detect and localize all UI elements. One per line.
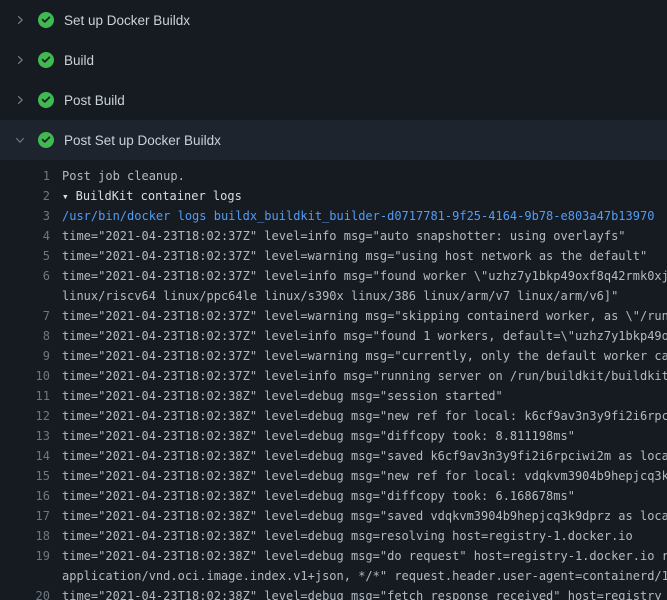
line-text: time="2021-04-23T18:02:37Z" level=info m… xyxy=(50,326,667,346)
line-number[interactable] xyxy=(0,566,50,586)
chevron-right-icon xyxy=(12,92,28,108)
line-text: Post job cleanup. xyxy=(50,166,185,186)
line-number[interactable]: 16 xyxy=(0,486,50,506)
line-text: time="2021-04-23T18:02:37Z" level=warnin… xyxy=(50,346,667,366)
check-circle-icon xyxy=(38,132,54,148)
triangle-down-icon: ▾ xyxy=(62,187,69,206)
log-line: 10 time="2021-04-23T18:02:37Z" level=inf… xyxy=(0,366,667,386)
line-number[interactable]: 11 xyxy=(0,386,50,406)
log-line: 18 time="2021-04-23T18:02:38Z" level=deb… xyxy=(0,526,667,546)
step-title: Set up Docker Buildx xyxy=(64,13,190,28)
line-text: time="2021-04-23T18:02:38Z" level=debug … xyxy=(50,426,575,446)
log-line: 1 Post job cleanup. xyxy=(0,166,667,186)
line-number[interactable]: 10 xyxy=(0,366,50,386)
line-text: time="2021-04-23T18:02:38Z" level=debug … xyxy=(50,486,575,506)
log-line: 9 time="2021-04-23T18:02:37Z" level=warn… xyxy=(0,346,667,366)
check-circle-icon xyxy=(38,52,54,68)
chevron-right-icon xyxy=(12,12,28,28)
line-number[interactable]: 2 xyxy=(0,186,50,206)
line-text: time="2021-04-23T18:02:38Z" level=debug … xyxy=(50,466,667,486)
line-text: time="2021-04-23T18:02:37Z" level=info m… xyxy=(50,226,626,246)
line-number[interactable]: 8 xyxy=(0,326,50,346)
line-number[interactable]: 6 xyxy=(0,266,50,286)
line-text: time="2021-04-23T18:02:38Z" level=debug … xyxy=(50,546,667,566)
log-line: 8 time="2021-04-23T18:02:37Z" level=info… xyxy=(0,326,667,346)
log-line: 6 time="2021-04-23T18:02:37Z" level=info… xyxy=(0,266,667,286)
log-line: 3 /usr/bin/docker logs buildx_buildkit_b… xyxy=(0,206,667,226)
step-section[interactable]: Post Build xyxy=(0,80,667,120)
line-number[interactable]: 7 xyxy=(0,306,50,326)
line-number[interactable]: 5 xyxy=(0,246,50,266)
log-line: 15 time="2021-04-23T18:02:38Z" level=deb… xyxy=(0,466,667,486)
line-text: time="2021-04-23T18:02:37Z" level=warnin… xyxy=(50,246,647,266)
chevron-right-icon xyxy=(12,52,28,68)
log-line: 16 time="2021-04-23T18:02:38Z" level=deb… xyxy=(0,486,667,506)
line-text: time="2021-04-23T18:02:37Z" level=info m… xyxy=(50,266,667,286)
step-section[interactable]: Post Set up Docker Buildx xyxy=(0,120,667,160)
log-line: 11 time="2021-04-23T18:02:38Z" level=deb… xyxy=(0,386,667,406)
log-line: 7 time="2021-04-23T18:02:37Z" level=warn… xyxy=(0,306,667,326)
step-title: Post Build xyxy=(64,93,125,108)
line-number[interactable]: 20 xyxy=(0,586,50,600)
line-text: /usr/bin/docker logs buildx_buildkit_bui… xyxy=(50,206,654,226)
line-number[interactable]: 14 xyxy=(0,446,50,466)
steps-list: Set up Docker Buildx Build P xyxy=(0,0,667,160)
check-circle-icon xyxy=(38,12,54,28)
line-number[interactable]: 19 xyxy=(0,546,50,566)
log-line: 20 time="2021-04-23T18:02:38Z" level=deb… xyxy=(0,586,667,600)
log-line: 5 time="2021-04-23T18:02:37Z" level=warn… xyxy=(0,246,667,266)
line-number[interactable] xyxy=(0,286,50,306)
line-number[interactable]: 13 xyxy=(0,426,50,446)
line-text: application/vnd.oci.image.index.v1+json,… xyxy=(50,566,667,586)
step-title: Post Set up Docker Buildx xyxy=(64,133,221,148)
line-text: time="2021-04-23T18:02:38Z" level=debug … xyxy=(50,406,667,426)
line-number[interactable]: 12 xyxy=(0,406,50,426)
log-line: 19 time="2021-04-23T18:02:38Z" level=deb… xyxy=(0,546,667,566)
line-text: time="2021-04-23T18:02:38Z" level=debug … xyxy=(50,386,503,406)
line-number[interactable]: 4 xyxy=(0,226,50,246)
line-text: time="2021-04-23T18:02:38Z" level=debug … xyxy=(50,446,667,466)
line-text: time="2021-04-23T18:02:38Z" level=debug … xyxy=(50,526,633,546)
actions-log-viewer: Set up Docker Buildx Build P xyxy=(0,0,667,600)
step-section[interactable]: Set up Docker Buildx xyxy=(0,0,667,40)
line-number[interactable]: 18 xyxy=(0,526,50,546)
step-section[interactable]: Build xyxy=(0,40,667,80)
line-number[interactable]: 15 xyxy=(0,466,50,486)
log-line: linux/riscv64 linux/ppc64le linux/s390x … xyxy=(0,286,667,306)
line-text: ▾BuildKit container logs xyxy=(50,186,242,206)
chevron-down-icon xyxy=(12,132,28,148)
log-area: 1 Post job cleanup. 2 ▾BuildKit containe… xyxy=(0,160,667,600)
log-line: 14 time="2021-04-23T18:02:38Z" level=deb… xyxy=(0,446,667,466)
log-line: 4 time="2021-04-23T18:02:37Z" level=info… xyxy=(0,226,667,246)
log-line[interactable]: 2 ▾BuildKit container logs xyxy=(0,186,667,206)
line-number[interactable]: 3 xyxy=(0,206,50,226)
log-line: application/vnd.oci.image.index.v1+json,… xyxy=(0,566,667,586)
line-number[interactable]: 17 xyxy=(0,506,50,526)
log-line: 17 time="2021-04-23T18:02:38Z" level=deb… xyxy=(0,506,667,526)
line-text: time="2021-04-23T18:02:38Z" level=debug … xyxy=(50,586,662,600)
line-text: time="2021-04-23T18:02:37Z" level=warnin… xyxy=(50,306,667,326)
line-number[interactable]: 9 xyxy=(0,346,50,366)
line-number[interactable]: 1 xyxy=(0,166,50,186)
log-line: 13 time="2021-04-23T18:02:38Z" level=deb… xyxy=(0,426,667,446)
line-text: linux/riscv64 linux/ppc64le linux/s390x … xyxy=(50,286,618,306)
line-text: time="2021-04-23T18:02:38Z" level=debug … xyxy=(50,506,667,526)
step-title: Build xyxy=(64,53,94,68)
line-text: time="2021-04-23T18:02:37Z" level=info m… xyxy=(50,366,667,386)
log-line: 12 time="2021-04-23T18:02:38Z" level=deb… xyxy=(0,406,667,426)
check-circle-icon xyxy=(38,92,54,108)
